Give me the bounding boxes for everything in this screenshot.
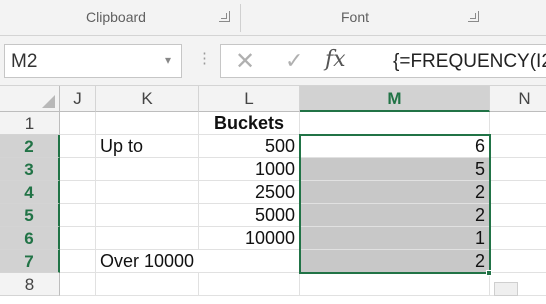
cell-L6[interactable]: 10000: [199, 227, 300, 250]
cell-M2[interactable]: 6: [300, 135, 490, 158]
cancel-icon[interactable]: ✕: [235, 47, 255, 76]
cell-J1[interactable]: [60, 112, 96, 135]
column-header-L[interactable]: L: [199, 86, 300, 112]
more-icon[interactable]: ⋮: [197, 49, 212, 67]
select-all-corner[interactable]: [0, 86, 60, 112]
cell-L3[interactable]: 1000: [199, 158, 300, 181]
cell-K7[interactable]: Over 10000: [96, 250, 300, 273]
cell-N5[interactable]: [490, 204, 546, 227]
cell-L2[interactable]: 500: [199, 135, 300, 158]
cell-J2[interactable]: [60, 135, 96, 158]
spreadsheet-grid[interactable]: J K L M N 1 Buckets 2 Up to 500 6 3 1000…: [0, 86, 546, 304]
cell-N3[interactable]: [490, 158, 546, 181]
font-group-label: Font: [341, 9, 370, 25]
cell-K8[interactable]: [96, 273, 199, 296]
formula-input-area[interactable]: ✕ ✓ fx {=FREQUENCY(I2: [220, 44, 546, 78]
column-header-N[interactable]: N: [490, 86, 546, 112]
select-all-icon: [42, 95, 55, 108]
cell-K6[interactable]: [96, 227, 199, 250]
row-header-8[interactable]: 8: [0, 273, 60, 296]
cell-M6[interactable]: 1: [300, 227, 490, 250]
formula-input[interactable]: {=FREQUENCY(I2: [393, 51, 546, 73]
row-header-3[interactable]: 3: [0, 158, 60, 181]
quick-analysis-icon[interactable]: [494, 282, 518, 296]
cell-K5[interactable]: [96, 204, 199, 227]
cell-L1[interactable]: Buckets: [199, 112, 300, 135]
cell-M8[interactable]: [300, 273, 490, 296]
group-separator: [240, 4, 241, 32]
cell-K3[interactable]: [96, 158, 199, 181]
row-header-1[interactable]: 1: [0, 112, 60, 135]
row-header-4[interactable]: 4: [0, 181, 60, 204]
name-box-value: M2: [11, 51, 38, 72]
column-header-K[interactable]: K: [96, 86, 199, 112]
cell-M5[interactable]: 2: [300, 204, 490, 227]
cell-N7[interactable]: [490, 250, 546, 273]
column-header-M[interactable]: M: [300, 86, 490, 112]
cell-M7[interactable]: 2: [300, 250, 490, 273]
column-header-J[interactable]: J: [60, 86, 96, 112]
cell-J6[interactable]: [60, 227, 96, 250]
cell-M3[interactable]: 5: [300, 158, 490, 181]
row-header-7[interactable]: 7: [0, 250, 60, 273]
cell-L5[interactable]: 5000: [199, 204, 300, 227]
cell-N6[interactable]: [490, 227, 546, 250]
cell-M1[interactable]: [300, 112, 490, 135]
cell-K4[interactable]: [96, 181, 199, 204]
fill-handle[interactable]: [486, 270, 492, 276]
row-header-5[interactable]: 5: [0, 204, 60, 227]
cell-L4[interactable]: 2500: [199, 181, 300, 204]
cell-N2[interactable]: [490, 135, 546, 158]
cell-J7[interactable]: [60, 250, 96, 273]
cell-J3[interactable]: [60, 158, 96, 181]
chevron-down-icon[interactable]: ▾: [165, 53, 171, 67]
cell-J4[interactable]: [60, 181, 96, 204]
name-box[interactable]: M2 ▾: [4, 44, 182, 78]
enter-checkmark-icon[interactable]: ✓: [285, 48, 303, 74]
cell-N4[interactable]: [490, 181, 546, 204]
clipboard-group-label: Clipboard: [86, 9, 146, 25]
insert-function-icon[interactable]: fx: [325, 47, 346, 72]
cell-J8[interactable]: [60, 273, 96, 296]
cell-K2[interactable]: Up to: [96, 135, 199, 158]
ribbon-group-labels: Clipboard Font: [0, 0, 546, 36]
row-header-2[interactable]: 2: [0, 135, 60, 158]
row-header-6[interactable]: 6: [0, 227, 60, 250]
cell-K1[interactable]: [96, 112, 199, 135]
cell-L8[interactable]: [199, 273, 300, 296]
cell-N1[interactable]: [490, 112, 546, 135]
font-dialog-launcher-icon[interactable]: [468, 11, 479, 22]
clipboard-dialog-launcher-icon[interactable]: [219, 11, 230, 22]
cell-M4[interactable]: 2: [300, 181, 490, 204]
cell-J5[interactable]: [60, 204, 96, 227]
formula-bar: M2 ▾ ⋮ ✕ ✓ fx {=FREQUENCY(I2: [0, 36, 546, 86]
